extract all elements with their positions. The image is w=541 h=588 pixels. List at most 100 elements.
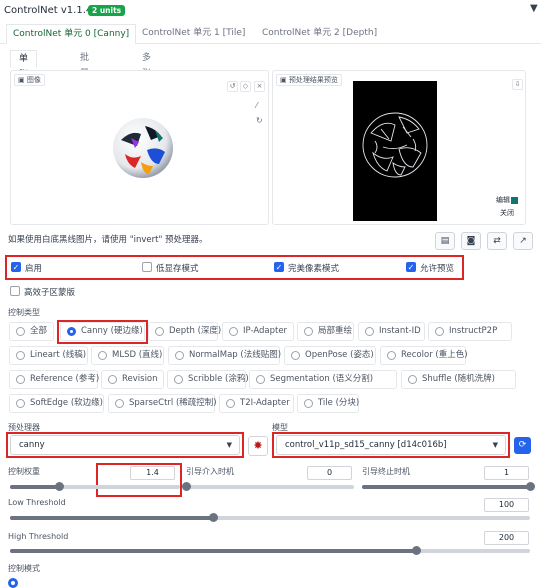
control-type-mlsd[interactable]: MLSD (直线) bbox=[91, 346, 164, 365]
control-type-recolor[interactable]: Recolor (重上色) bbox=[380, 346, 468, 365]
units-badge: 2 units bbox=[88, 5, 126, 16]
reset-icon[interactable]: ↻ bbox=[256, 116, 263, 125]
control-type-tile[interactable]: Tile (分块) bbox=[297, 394, 359, 413]
control-type-label-tile: Tile (分块) bbox=[318, 398, 360, 408]
control-type-label-all: 全部 bbox=[30, 326, 48, 336]
start-slider-thumb[interactable] bbox=[182, 482, 191, 491]
control-type-instant-id[interactable]: Instant-ID bbox=[358, 322, 425, 341]
run-preprocessor-button[interactable]: ✸ bbox=[248, 436, 268, 456]
enable-label: 启用 bbox=[25, 264, 43, 274]
weight-slider[interactable] bbox=[10, 482, 180, 491]
document-icon: ▤ bbox=[440, 236, 450, 246]
close-button[interactable]: 关闭 bbox=[500, 208, 514, 218]
control-type-segmentation[interactable]: Segmentation (语义分割) bbox=[249, 370, 397, 389]
camera-button[interactable]: ◙ bbox=[461, 232, 481, 250]
high-threshold-slider[interactable] bbox=[10, 546, 530, 555]
control-type-label-revision: Revision bbox=[122, 374, 158, 384]
radio-icon bbox=[387, 351, 396, 360]
low-threshold-slider[interactable] bbox=[10, 513, 530, 522]
control-type-depth[interactable]: Depth (深度) bbox=[148, 322, 221, 341]
close-icon[interactable]: × bbox=[254, 81, 265, 92]
start-input[interactable]: 0 bbox=[307, 466, 352, 480]
download-icon[interactable]: ⇩ bbox=[512, 79, 523, 90]
end-input[interactable]: 1 bbox=[484, 466, 529, 480]
brush-icon[interactable]: ⁄ bbox=[256, 101, 257, 110]
send-dimensions-button[interactable]: ↗ bbox=[513, 232, 533, 250]
soccer-ball-image bbox=[113, 118, 173, 178]
edit-doc-button[interactable]: ▤ bbox=[435, 232, 455, 250]
weight-input[interactable]: 1.4 bbox=[130, 466, 175, 480]
tab-unit-1[interactable]: ControlNet 单元 1 [Tile] bbox=[136, 24, 251, 44]
control-type-scribble[interactable]: Scribble (涂鸦) bbox=[167, 370, 249, 389]
control-type-label-shuffle: Shuffle (随机洗牌) bbox=[422, 374, 495, 384]
control-type-revision[interactable]: Revision bbox=[101, 370, 164, 389]
control-type-label-canny: Canny (硬边缘) bbox=[81, 326, 143, 336]
radio-icon bbox=[365, 327, 374, 336]
control-type-normalmap[interactable]: NormalMap (法线贴图) bbox=[168, 346, 281, 365]
radio-selected-icon bbox=[67, 327, 76, 336]
control-type-instructp2p[interactable]: InstructP2P bbox=[428, 322, 512, 341]
enable-checkbox[interactable]: ✓ bbox=[11, 262, 21, 272]
control-type-openpose[interactable]: OpenPose (姿态) bbox=[284, 346, 376, 365]
refresh-models-button[interactable]: ⟳ bbox=[514, 437, 531, 454]
pixel-perfect-checkbox[interactable]: ✓ bbox=[274, 262, 284, 272]
radio-icon bbox=[226, 399, 235, 408]
high-threshold-input[interactable]: 200 bbox=[484, 531, 529, 545]
image-label-text: 图像 bbox=[26, 76, 41, 84]
control-type-shuffle[interactable]: Shuffle (随机洗牌) bbox=[401, 370, 516, 389]
radio-icon bbox=[256, 375, 265, 384]
low-vram-checkbox[interactable] bbox=[142, 262, 152, 272]
weight-slider-thumb[interactable] bbox=[55, 482, 65, 491]
tab-unit-2[interactable]: ControlNet 单元 2 [Depth] bbox=[256, 24, 383, 44]
control-type-sparsectrl[interactable]: SparseCtrl (稀疏控制) bbox=[108, 394, 217, 413]
undo-icon[interactable]: ↺ bbox=[227, 81, 238, 92]
start-label: 引导介入时机 bbox=[186, 467, 234, 476]
end-slider-thumb[interactable] bbox=[526, 482, 535, 491]
pixel-perfect-label: 完美像素模式 bbox=[288, 264, 340, 274]
tab-single-image[interactable]: 单张图片 bbox=[10, 50, 38, 112]
control-type-label-mlsd: MLSD (直线) bbox=[112, 350, 163, 360]
end-slider[interactable] bbox=[362, 482, 535, 491]
control-type-canny[interactable]: Canny (硬边缘) bbox=[60, 322, 145, 341]
radio-icon bbox=[155, 327, 164, 336]
allow-preview-label: 允许预览 bbox=[420, 264, 455, 274]
image-icon: ▣ bbox=[280, 76, 289, 84]
control-type-label-ip-adapter: IP-Adapter bbox=[243, 326, 288, 336]
clear-icon[interactable]: ◇ bbox=[240, 81, 251, 92]
image-icon: ▣ bbox=[18, 76, 27, 84]
radio-icon bbox=[304, 327, 313, 336]
control-type-all[interactable]: 全部 bbox=[9, 322, 54, 341]
edit-button[interactable]: 编辑 bbox=[496, 195, 518, 205]
control-type-label-reference: Reference (参考) bbox=[30, 374, 100, 384]
allow-preview-checkbox[interactable]: ✓ bbox=[406, 262, 416, 272]
control-type-ip-adapter[interactable]: IP-Adapter bbox=[222, 322, 294, 341]
tab-multi-upload[interactable]: 多张上传 bbox=[134, 50, 159, 111]
start-slider[interactable] bbox=[182, 482, 354, 491]
preview-label-text: 预处理结果预览 bbox=[288, 76, 338, 84]
arrow-icon: ↗ bbox=[519, 236, 527, 246]
control-mode-radio[interactable] bbox=[8, 578, 18, 588]
tab-batch[interactable]: 批量处理 bbox=[72, 50, 97, 111]
control-type-label-instructp2p: InstructP2P bbox=[449, 326, 498, 336]
low-threshold-input[interactable]: 100 bbox=[484, 498, 529, 512]
swap-button[interactable]: ⇄ bbox=[487, 232, 507, 250]
control-type-t2i-adapter[interactable]: T2I-Adapter bbox=[219, 394, 294, 413]
radio-icon bbox=[16, 399, 25, 408]
high-threshold-thumb[interactable] bbox=[411, 546, 421, 555]
preprocessor-select[interactable]: canny ▼ bbox=[10, 435, 240, 455]
collapse-icon[interactable]: ▼ bbox=[530, 3, 538, 14]
model-select[interactable]: control_v11p_sd15_canny [d14c016b] ▼ bbox=[276, 435, 506, 455]
control-type-label-sparsectrl: SparseCtrl (稀疏控制) bbox=[129, 398, 217, 408]
control-type-inpaint[interactable]: 局部重绘 bbox=[297, 322, 354, 341]
camera-icon: ◙ bbox=[466, 236, 476, 246]
refresh-icon: ⟳ bbox=[518, 440, 527, 450]
low-threshold-thumb[interactable] bbox=[208, 513, 218, 522]
tab-unit-0[interactable]: ControlNet 单元 0 [Canny] bbox=[6, 24, 137, 45]
control-type-lineart[interactable]: Lineart (线稿) bbox=[9, 346, 88, 365]
control-type-reference[interactable]: Reference (参考) bbox=[9, 370, 100, 389]
control-type-softedge[interactable]: SoftEdge (软边缘) bbox=[9, 394, 104, 413]
image-upload-panel[interactable]: ▣ 图像 ↺ ◇ × ⁄ ↻ bbox=[10, 70, 269, 225]
control-type-label-recolor: Recolor (重上色) bbox=[401, 350, 468, 360]
effective-mask-checkbox[interactable] bbox=[10, 286, 20, 296]
radio-icon bbox=[108, 375, 117, 384]
